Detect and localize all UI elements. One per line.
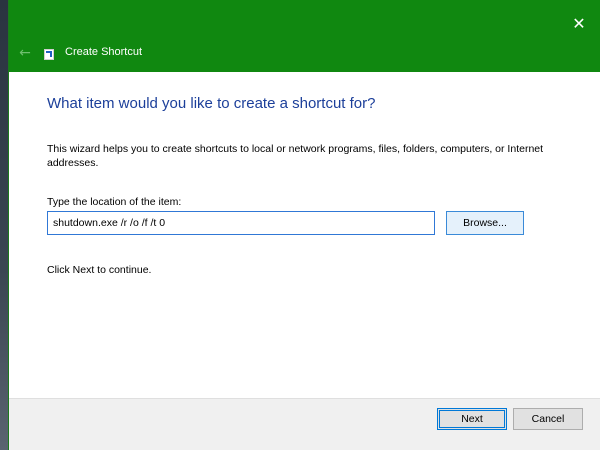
page-heading: What item would you like to create a sho…: [47, 95, 376, 112]
shortcut-icon: [44, 49, 54, 60]
next-button[interactable]: Next: [437, 408, 507, 430]
create-shortcut-window: ✕ ← Create Shortcut What item would you …: [8, 0, 600, 450]
close-icon[interactable]: ✕: [567, 12, 591, 36]
wizard-content: What item would you like to create a sho…: [9, 72, 600, 398]
button-bar: Next Cancel: [9, 398, 600, 450]
browse-button[interactable]: Browse...: [446, 211, 524, 235]
title-bar: ✕ ← Create Shortcut: [9, 0, 600, 72]
shortcut-arrow-icon: [46, 51, 52, 57]
next-button-focus-ring: [439, 410, 505, 428]
continue-hint: Click Next to continue.: [47, 264, 152, 276]
location-label: Type the location of the item:: [47, 196, 182, 208]
location-input[interactable]: [47, 211, 435, 235]
wizard-description: This wizard helps you to create shortcut…: [47, 143, 544, 169]
window-title: Create Shortcut: [65, 46, 143, 58]
cancel-button[interactable]: Cancel: [513, 408, 583, 430]
back-arrow-icon[interactable]: ←: [15, 43, 35, 63]
